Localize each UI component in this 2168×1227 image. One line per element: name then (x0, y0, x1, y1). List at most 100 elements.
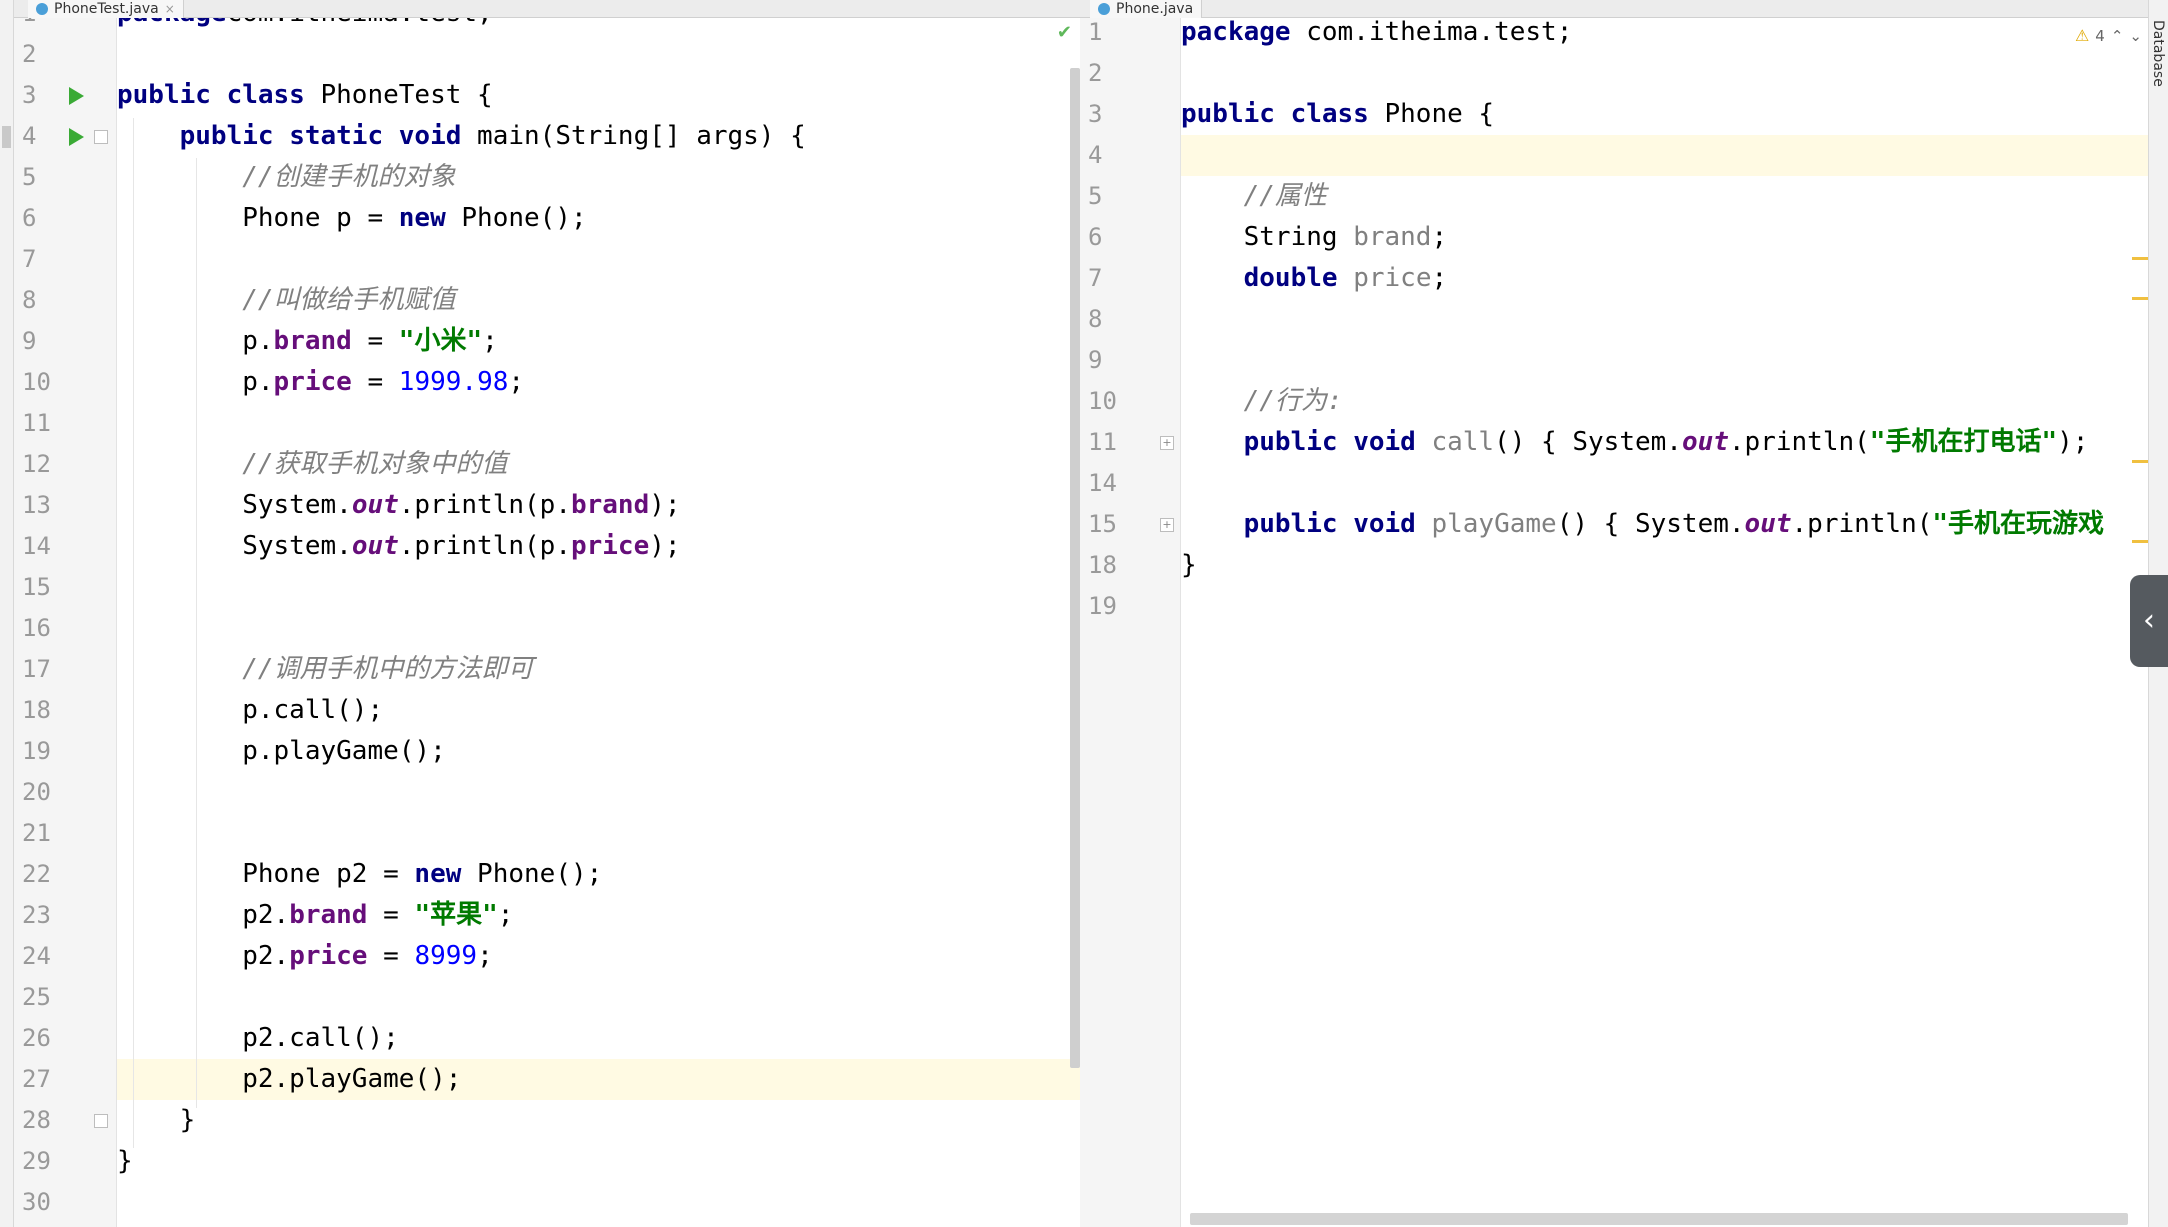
code-line[interactable] (1181, 463, 2148, 504)
chevron-up-icon[interactable]: ⌃ (2111, 27, 2124, 45)
left-vertical-scrollbar[interactable] (1070, 68, 1080, 1068)
code-line[interactable] (1181, 135, 2148, 176)
line-number: 26 (22, 1024, 51, 1052)
warning-marker[interactable] (2132, 257, 2148, 260)
code-line[interactable]: //行为: (1181, 381, 2148, 422)
fold-icon[interactable] (94, 130, 108, 144)
line-number: 15 (1088, 510, 1117, 538)
code-token: p.call(); (117, 695, 384, 725)
code-line[interactable] (117, 403, 1080, 444)
code-token: out (1744, 509, 1792, 539)
code-line[interactable]: System.out.println(p.price); (117, 526, 1080, 567)
code-line[interactable]: } (117, 1100, 1080, 1141)
line-number: 2 (1088, 59, 1103, 87)
code-token: PhoneTest { (320, 80, 493, 110)
database-tool-button[interactable]: Database (2150, 20, 2166, 87)
code-token: Phone(); (477, 859, 603, 889)
line-number: 27 (22, 1065, 51, 1093)
code-line[interactable]: } (1181, 545, 2148, 586)
line-number: 2 (22, 40, 37, 68)
chevron-down-icon[interactable]: ⌄ (2129, 27, 2142, 45)
code-token: = (351, 367, 399, 397)
close-icon[interactable]: × (165, 2, 175, 16)
code-token: () { System. (1556, 509, 1745, 539)
code-token: price (289, 941, 368, 971)
code-line[interactable]: package com.itheima.test; (1181, 18, 2148, 53)
run-icon[interactable] (69, 128, 84, 146)
code-line[interactable]: //调用手机中的方法即可 (117, 649, 1080, 690)
code-line[interactable] (117, 977, 1080, 1018)
code-line[interactable]: //属性 (1181, 176, 2148, 217)
code-line[interactable]: p2.playGame(); (117, 1059, 1080, 1100)
code-token: new (398, 203, 462, 233)
code-token: com.itheima.test; (227, 18, 493, 28)
code-line[interactable] (117, 1182, 1080, 1223)
code-line[interactable]: p2.call(); (117, 1018, 1080, 1059)
code-line[interactable]: Phone p2 = new Phone(); (117, 854, 1080, 895)
code-line[interactable]: public class Phone { (1181, 94, 2148, 135)
code-line[interactable]: p.call(); (117, 690, 1080, 731)
code-line[interactable]: System.out.println(p.brand); (117, 485, 1080, 526)
code-line[interactable] (1181, 299, 2148, 340)
code-line[interactable]: public class PhoneTest { (117, 75, 1080, 116)
code-line[interactable] (1181, 53, 2148, 94)
code-line[interactable]: packagecom.itheima.test; (117, 18, 1080, 34)
code-line[interactable]: p.price = 1999.98; (117, 362, 1080, 403)
code-line[interactable]: String brand; (1181, 217, 2148, 258)
code-line[interactable]: p2.price = 8999; (117, 936, 1080, 977)
code-line[interactable]: p.brand = "小米"; (117, 321, 1080, 362)
code-line[interactable] (117, 772, 1080, 813)
warning-marker[interactable] (2132, 460, 2148, 463)
code-line[interactable] (1181, 586, 2148, 627)
code-line[interactable]: p.playGame(); (117, 731, 1080, 772)
code-token: public void (1243, 427, 1432, 457)
code-line[interactable]: public void call() { System.out.println(… (1181, 422, 2148, 463)
code-token: brand (1353, 222, 1432, 252)
code-token: = (351, 326, 399, 356)
left-tab-bar: PhoneTest.java × (14, 0, 1080, 18)
tab-phone-java[interactable]: Phone.java (1090, 0, 1203, 18)
code-token: 1999.98 (398, 367, 509, 397)
line-number: 5 (22, 163, 37, 191)
code-line[interactable] (117, 567, 1080, 608)
fold-icon[interactable]: + (1160, 436, 1174, 450)
code-token: public void (1243, 509, 1432, 539)
right-code-area[interactable]: package com.itheima.test; public class Ph… (1181, 18, 2148, 1227)
code-line[interactable]: //叫做给手机赋值 (117, 280, 1080, 321)
code-line[interactable] (117, 608, 1080, 649)
tab-label: Phone.java (1116, 1, 1194, 17)
right-editor-pane[interactable]: 1 2 3 4 5 6 7 8 9 10 11 14 15 18 19 + + package com.ithe… (1080, 18, 2148, 1227)
code-line[interactable]: //创建手机的对象 (117, 157, 1080, 198)
code-line[interactable] (117, 34, 1080, 75)
fold-icon[interactable] (94, 1114, 108, 1128)
inspection-widget[interactable]: ⚠ 4 ⌃ ⌄ (2075, 26, 2142, 45)
code-token: ; (508, 367, 525, 397)
line-number: 28 (22, 1106, 51, 1134)
code-line[interactable]: p2.brand = "苹果"; (117, 895, 1080, 936)
code-line[interactable]: Phone p = new Phone(); (117, 198, 1080, 239)
warning-marker[interactable] (2132, 297, 2148, 300)
line-number: 11 (1088, 428, 1117, 456)
code-line[interactable] (1181, 340, 2148, 381)
tab-label: PhoneTest.java (54, 1, 159, 17)
code-line[interactable]: double price; (1181, 258, 2148, 299)
left-code-area[interactable]: packagecom.itheima.test; public class Pho… (117, 18, 1080, 1227)
code-token: } (117, 1146, 133, 1176)
run-icon[interactable] (69, 87, 84, 105)
code-line[interactable]: //获取手机对象中的值 (117, 444, 1080, 485)
code-line[interactable]: public void playGame() { System.out.prin… (1181, 504, 2148, 545)
left-editor-pane[interactable]: 1234567891011121314151617181920212223242… (14, 18, 1080, 1227)
collapse-panel-button[interactable]: ‹ (2130, 575, 2168, 667)
tab-phonetest-java[interactable]: PhoneTest.java × (28, 0, 184, 18)
code-token: System. (117, 490, 352, 520)
line-number: 8 (1088, 305, 1103, 333)
code-line[interactable]: public static void main(String[] args) { (117, 116, 1080, 157)
right-horizontal-scrollbar[interactable] (1190, 1213, 2128, 1225)
fold-icon[interactable]: + (1160, 518, 1174, 532)
code-line[interactable]: } (117, 1141, 1080, 1182)
warning-marker[interactable] (2132, 540, 2148, 543)
code-line[interactable] (117, 239, 1080, 280)
code-line[interactable] (117, 813, 1080, 854)
